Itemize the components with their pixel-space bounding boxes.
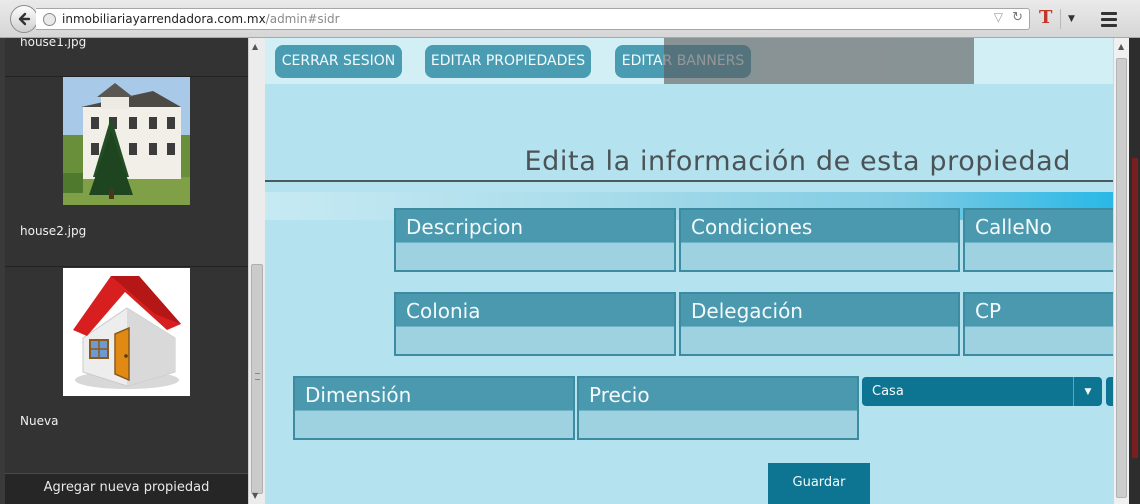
- edit-properties-button[interactable]: EDITAR PROPIEDADES: [425, 45, 591, 78]
- descripcion-field[interactable]: Descripcion: [394, 208, 676, 272]
- dimension-field[interactable]: Dimensión: [293, 376, 575, 440]
- sidebar-scrollbar[interactable]: ▲ ▼: [248, 38, 265, 504]
- url-text: inmobiliariayarrendadora.com.mx/admin#si…: [62, 12, 340, 26]
- add-property-button[interactable]: Agregar nueva propiedad: [5, 473, 248, 504]
- cp-field[interactable]: CP: [963, 292, 1113, 356]
- main-content: CERRAR SESION EDITAR PROPIEDADES EDITAR …: [265, 38, 1113, 504]
- scroll-up-icon[interactable]: ▲: [1118, 42, 1124, 51]
- scroll-up-icon[interactable]: ▲: [252, 42, 258, 51]
- calleno-input[interactable]: [965, 242, 1113, 270]
- divider: [265, 180, 1113, 182]
- save-button[interactable]: Guardar: [768, 463, 870, 504]
- delegacion-input[interactable]: [681, 326, 958, 354]
- calleno-field[interactable]: CalleNo: [963, 208, 1113, 272]
- field-label: CalleNo: [975, 215, 1052, 239]
- field-label: Descripcion: [406, 215, 524, 239]
- back-button[interactable]: [10, 5, 38, 33]
- scroll-down-icon[interactable]: ▼: [252, 491, 258, 500]
- cp-input[interactable]: [965, 326, 1113, 354]
- condiciones-field[interactable]: Condiciones: [679, 208, 960, 272]
- property-sidebar: house1.jpg house2.jpg Nueva Agregar nuev…: [5, 38, 248, 504]
- extension-icon[interactable]: T: [1039, 7, 1052, 28]
- menu-icon[interactable]: [1094, 6, 1124, 32]
- descripcion-input[interactable]: [396, 242, 674, 270]
- chevron-down-icon[interactable]: ▼: [1073, 377, 1102, 406]
- item-caption: house1.jpg: [20, 38, 87, 49]
- house-photo-thumbnail[interactable]: [63, 77, 190, 205]
- field-label: Precio: [589, 383, 650, 407]
- field-label: Condiciones: [691, 215, 813, 239]
- back-arrow-icon: [18, 12, 31, 26]
- colonia-input[interactable]: [396, 326, 674, 354]
- globe-icon: [43, 13, 56, 26]
- page-title: Edita la información de esta propiedad: [524, 146, 1071, 177]
- condiciones-input[interactable]: [681, 242, 958, 270]
- list-item[interactable]: house2.jpg: [5, 77, 248, 267]
- list-item[interactable]: house1.jpg: [5, 38, 248, 77]
- content-scrollbar[interactable]: ▲: [1113, 38, 1129, 504]
- field-label: Delegación: [691, 299, 803, 323]
- reload-icon[interactable]: ↻: [1012, 10, 1023, 25]
- house-clipart-thumbnail[interactable]: [63, 268, 190, 396]
- secondary-select[interactable]: [1106, 377, 1113, 406]
- selected-value: Casa: [872, 384, 904, 399]
- field-label: Colonia: [406, 299, 481, 323]
- field-label: CP: [975, 299, 1002, 323]
- dimension-input[interactable]: [295, 410, 573, 438]
- history-dropdown-icon[interactable]: ▽: [994, 10, 1003, 24]
- item-caption: Nueva: [20, 414, 59, 428]
- item-caption: house2.jpg: [20, 224, 87, 238]
- precio-input[interactable]: [579, 410, 857, 438]
- field-label: Dimensión: [305, 383, 412, 407]
- logout-button[interactable]: CERRAR SESION: [275, 45, 402, 78]
- scrollbar-thumb[interactable]: [251, 264, 263, 494]
- list-item[interactable]: Nueva: [5, 267, 248, 463]
- extension-dropdown-icon[interactable]: ▼: [1060, 9, 1082, 29]
- precio-field[interactable]: Precio: [577, 376, 859, 440]
- window-edge: [1129, 38, 1140, 504]
- colonia-field[interactable]: Colonia: [394, 292, 676, 356]
- browser-toolbar: inmobiliariayarrendadora.com.mx/admin#si…: [0, 0, 1140, 38]
- delegacion-field[interactable]: Delegación: [679, 292, 960, 356]
- address-bar[interactable]: inmobiliariayarrendadora.com.mx/admin#si…: [36, 8, 1030, 30]
- scrollbar-thumb[interactable]: [1116, 58, 1127, 498]
- property-type-select[interactable]: Casa ▼: [862, 377, 1102, 406]
